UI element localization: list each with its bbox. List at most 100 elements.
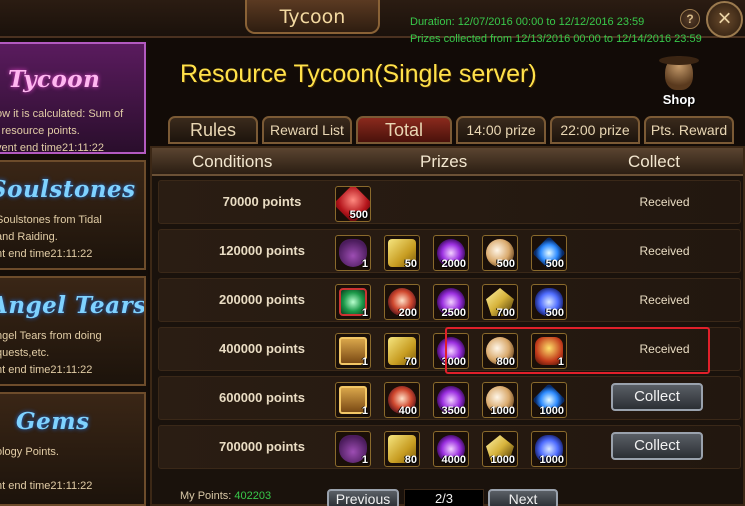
tab-total[interactable]: Total (356, 116, 452, 144)
duration-text: Duration: 12/07/2016 00:00 to 12/12/2016… (410, 16, 645, 28)
shop-button[interactable]: Shop (655, 52, 703, 110)
close-button[interactable]: × (706, 1, 743, 38)
table-row: 600000 points 1 400 3500 1000 1000 Collect (158, 376, 741, 420)
sidebar-item-desc: Soulstones from Tidal and Raiding. nt en… (0, 212, 102, 263)
prize-quantity: 1 (361, 307, 368, 319)
category-sidebar: Tycoon ow it is calculated: Sum of l res… (0, 40, 148, 506)
desc-line: nt end time21:11:22 (0, 364, 93, 376)
prize-item[interactable]: 1 (335, 333, 371, 369)
prize-item[interactable]: 2000 (433, 235, 469, 271)
sidebar-item-desc: ngel Tears from doing quests,etc. nt end… (0, 328, 102, 379)
prize-item[interactable]: 1 (335, 431, 371, 467)
status-received: Received (639, 244, 690, 258)
prize-item[interactable]: 200 (384, 284, 420, 320)
prize-quantity: 500 (349, 209, 368, 221)
window-title-plate: Tycoon (245, 0, 380, 34)
page-indicator: 2/3 (404, 489, 484, 506)
collect-button[interactable]: Collect (611, 383, 703, 411)
event-duration: Duration: 12/07/2016 00:00 to 12/12/2016… (410, 14, 702, 48)
sidebar-item-tycoon[interactable]: Tycoon ow it is calculated: Sum of l res… (0, 42, 146, 154)
prize-quantity: 1000 (539, 454, 564, 466)
sidebar-item-soulstones[interactable]: Soulstones Soulstones from Tidal and Rai… (0, 160, 146, 270)
prize-item[interactable]: 1000 (531, 382, 567, 418)
desc-line: quests,etc. (0, 347, 50, 359)
desc-line: vent end time21:11:22 (0, 142, 105, 154)
tab-22-prize[interactable]: 22:00 prize (550, 116, 640, 144)
column-collect: Collect (628, 152, 680, 171)
desc-line: and Raiding. (0, 231, 58, 243)
desc-line: ow it is calculated: Sum of (0, 108, 124, 120)
table-row: 700000 points 1 80 4000 1000 1000 Collect (158, 425, 741, 469)
sidebar-item-label: Angel Tears (0, 292, 146, 319)
prize-item[interactable]: 4000 (433, 431, 469, 467)
sidebar-item-gems[interactable]: Gems ology Points. nt end time21:11:22 (0, 392, 146, 506)
prize-item[interactable]: 50 (384, 235, 420, 271)
collect-button[interactable]: Collect (611, 432, 703, 460)
prize-item[interactable]: 2500 (433, 284, 469, 320)
prize-item[interactable]: 500 (531, 235, 567, 271)
previous-button[interactable]: Previous (327, 489, 399, 506)
prize-item[interactable]: 500 (482, 235, 518, 271)
condition-text: 70000 points (222, 194, 302, 209)
merchant-icon (659, 56, 699, 90)
tab-reward-list[interactable]: Reward List (262, 116, 352, 144)
prize-quantity: 50 (404, 258, 417, 270)
sidebar-item-label: Gems (16, 408, 90, 435)
sidebar-item-angel-tears[interactable]: Angel Tears ngel Tears from doing quests… (0, 276, 146, 386)
prize-quantity: 1000 (490, 454, 515, 466)
prize-item[interactable]: 1 (335, 284, 371, 320)
condition-text: 200000 points (219, 292, 305, 307)
sidebar-item-label: Soulstones (0, 176, 136, 203)
prize-item[interactable]: 1 (335, 382, 371, 418)
prize-quantity: 1 (361, 356, 368, 368)
prize-quantity: 500 (545, 307, 564, 319)
prize-item[interactable]: 1000 (482, 431, 518, 467)
prize-quantity: 2000 (441, 258, 466, 270)
prize-item[interactable]: 1000 (482, 382, 518, 418)
tab-rules[interactable]: Rules (168, 116, 258, 144)
table-header: Conditions Prizes Collect (152, 148, 743, 176)
my-points: My Points: 402203 (180, 490, 271, 502)
desc-line: nt end time21:11:22 (0, 248, 93, 260)
column-conditions: Conditions (192, 152, 273, 171)
my-points-value: 402203 (234, 490, 272, 502)
table-row: 70000 points 500 Received (158, 180, 741, 224)
prize-item[interactable]: 80 (384, 431, 420, 467)
help-button[interactable]: ? (680, 9, 700, 29)
prize-quantity: 1000 (490, 405, 515, 417)
prize-quantity: 500 (545, 258, 564, 270)
desc-line: Soulstones from Tidal (0, 214, 102, 226)
top-bar: Tycoon Duration: 12/07/2016 00:00 to 12/… (0, 0, 745, 45)
next-button[interactable]: Next (488, 489, 558, 506)
prize-quantity: 400 (398, 405, 417, 417)
shop-label: Shop (662, 92, 696, 107)
table-row: 200000 points 1 200 2500 700 500 Received (158, 278, 741, 322)
prize-item[interactable]: 1 (335, 235, 371, 271)
desc-line: nt end time21:11:22 (0, 480, 93, 492)
prize-item[interactable]: 500 (531, 284, 567, 320)
prize-quantity: 70 (404, 356, 417, 368)
condition-text: 400000 points (219, 341, 305, 356)
prize-item[interactable]: 700 (482, 284, 518, 320)
highlight-box (445, 327, 710, 374)
page-title: Resource Tycoon(Single server) (180, 60, 537, 88)
prize-item[interactable]: 500 (335, 186, 371, 222)
condition-text: 120000 points (219, 243, 305, 258)
prize-item[interactable]: 400 (384, 382, 420, 418)
prize-quantity: 4000 (441, 454, 466, 466)
prize-quantity: 700 (496, 307, 515, 319)
my-points-label: My Points: (180, 490, 232, 502)
tab-pts-reward[interactable]: Pts. Reward (644, 116, 734, 144)
prize-item[interactable]: 3500 (433, 382, 469, 418)
prize-quantity: 1 (361, 258, 368, 270)
sidebar-item-desc: ow it is calculated: Sum of l resource p… (0, 106, 124, 154)
rewards-table: Conditions Prizes Collect 70000 points 50… (150, 146, 745, 506)
prize-item[interactable]: 70 (384, 333, 420, 369)
table-row: 120000 points 1 50 2000 500 500 Received (158, 229, 741, 273)
prize-item[interactable]: 1000 (531, 431, 567, 467)
tab-14-prize[interactable]: 14:00 prize (456, 116, 546, 144)
status-received: Received (639, 293, 690, 307)
desc-line: l resource points. (0, 125, 80, 137)
sidebar-item-desc: ology Points. nt end time21:11:22 (0, 444, 92, 495)
prizes-collected-text: Prizes collected from 12/13/2016 00:00 t… (410, 33, 702, 45)
